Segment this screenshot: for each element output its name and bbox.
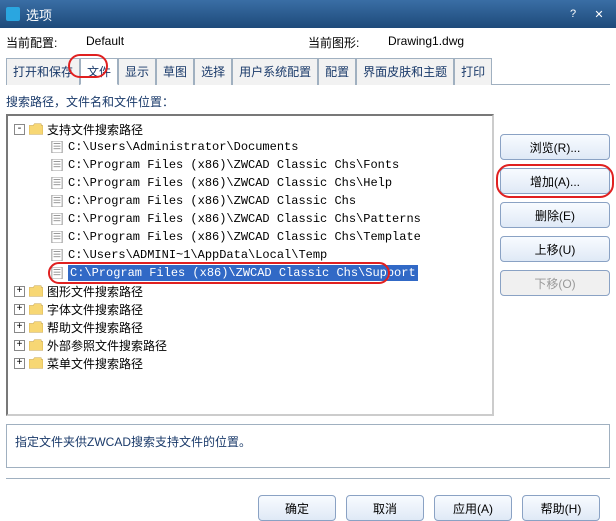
tree-path-4[interactable]: C:\Program Files (x86)\ZWCAD Classic Chs… bbox=[10, 210, 490, 228]
section-label: 搜索路径，文件名和文件位置： bbox=[6, 93, 610, 110]
move-up-button[interactable]: 上移(U) bbox=[500, 236, 610, 262]
tab-7[interactable]: 界面皮肤和主题 bbox=[356, 58, 454, 85]
config-label: 当前配置: bbox=[6, 34, 86, 51]
tab-4[interactable]: 选择 bbox=[194, 58, 232, 85]
cancel-button[interactable]: 取消 bbox=[346, 495, 424, 521]
close-icon[interactable]: ✕ bbox=[588, 5, 610, 23]
tab-2[interactable]: 显示 bbox=[118, 58, 156, 85]
move-down-button: 下移(O) bbox=[500, 270, 610, 296]
tree-item-label: 外部参照文件搜索路径 bbox=[47, 337, 167, 354]
description-text: 指定文件夹供ZWCAD搜索支持文件的位置。 bbox=[15, 435, 251, 449]
tree-path-6[interactable]: C:\Users\ADMINI~1\AppData\Local\Temp bbox=[10, 246, 490, 264]
add-button[interactable]: 增加(A)... bbox=[500, 168, 610, 194]
tree-item-label: C:\Program Files (x86)\ZWCAD Classic Chs… bbox=[68, 230, 421, 244]
tree-item-label: 图形文件搜索路径 bbox=[47, 283, 143, 300]
drawing-value: Drawing1.dwg bbox=[388, 34, 610, 51]
help-icon[interactable]: ? bbox=[562, 5, 584, 23]
description-box: 指定文件夹供ZWCAD搜索支持文件的位置。 bbox=[6, 424, 610, 468]
file-icon bbox=[50, 213, 64, 225]
tab-bar: 打开和保存文件显示草图选择用户系统配置配置界面皮肤和主题打印 bbox=[6, 57, 610, 85]
tree-sibling-0[interactable]: + 图形文件搜索路径 bbox=[10, 282, 490, 300]
tree-sibling-2[interactable]: + 帮助文件搜索路径 bbox=[10, 318, 490, 336]
folder-icon bbox=[29, 285, 43, 297]
app-icon bbox=[6, 7, 20, 21]
tree-item-label: C:\Program Files (x86)\ZWCAD Classic Chs bbox=[68, 194, 356, 208]
tree-item-label: C:\Program Files (x86)\ZWCAD Classic Chs… bbox=[68, 158, 399, 172]
folder-icon bbox=[29, 357, 43, 369]
tree-path-2[interactable]: C:\Program Files (x86)\ZWCAD Classic Chs… bbox=[10, 174, 490, 192]
tree-root[interactable]: - 支持文件搜索路径 bbox=[10, 120, 490, 138]
expand-icon[interactable]: + bbox=[14, 358, 25, 369]
tree-item-label: C:\Users\Administrator\Documents bbox=[68, 140, 298, 154]
tab-0[interactable]: 打开和保存 bbox=[6, 58, 80, 85]
tree-path-7[interactable]: C:\Program Files (x86)\ZWCAD Classic Chs… bbox=[10, 264, 490, 282]
folder-icon bbox=[29, 303, 43, 315]
tree-item-label: 帮助文件搜索路径 bbox=[47, 319, 143, 336]
window-title: 选项 bbox=[26, 5, 52, 24]
remove-button[interactable]: 删除(E) bbox=[500, 202, 610, 228]
tree-sibling-3[interactable]: + 外部参照文件搜索路径 bbox=[10, 336, 490, 354]
tree-sibling-4[interactable]: + 菜单文件搜索路径 bbox=[10, 354, 490, 372]
folder-icon bbox=[29, 123, 43, 135]
tab-1[interactable]: 文件 bbox=[80, 58, 118, 85]
tree-item-label: 支持文件搜索路径 bbox=[47, 121, 143, 138]
expand-icon[interactable]: + bbox=[14, 304, 25, 315]
tree-item-label: C:\Users\ADMINI~1\AppData\Local\Temp bbox=[68, 248, 327, 262]
config-value: Default bbox=[86, 34, 308, 51]
tree-path-1[interactable]: C:\Program Files (x86)\ZWCAD Classic Chs… bbox=[10, 156, 490, 174]
file-icon bbox=[50, 141, 64, 153]
file-icon bbox=[50, 195, 64, 207]
tree-path-3[interactable]: C:\Program Files (x86)\ZWCAD Classic Chs bbox=[10, 192, 490, 210]
expand-icon[interactable]: + bbox=[14, 322, 25, 333]
collapse-icon[interactable]: - bbox=[14, 124, 25, 135]
tab-8[interactable]: 打印 bbox=[454, 58, 492, 85]
drawing-label: 当前图形: bbox=[308, 34, 388, 51]
folder-icon bbox=[29, 339, 43, 351]
tree-path-5[interactable]: C:\Program Files (x86)\ZWCAD Classic Chs… bbox=[10, 228, 490, 246]
tree-sibling-1[interactable]: + 字体文件搜索路径 bbox=[10, 300, 490, 318]
tree-item-label: 菜单文件搜索路径 bbox=[47, 355, 143, 372]
tree-item-label: C:\Program Files (x86)\ZWCAD Classic Chs… bbox=[68, 176, 392, 190]
tab-6[interactable]: 配置 bbox=[318, 58, 356, 85]
file-icon bbox=[50, 267, 64, 279]
browse-button[interactable]: 浏览(R)... bbox=[500, 134, 610, 160]
help-button[interactable]: 帮助(H) bbox=[522, 495, 600, 521]
file-icon bbox=[50, 231, 64, 243]
title-bar: 选项 ? ✕ bbox=[0, 0, 616, 28]
ok-button[interactable]: 确定 bbox=[258, 495, 336, 521]
apply-button[interactable]: 应用(A) bbox=[434, 495, 512, 521]
folder-icon bbox=[29, 321, 43, 333]
tab-5[interactable]: 用户系统配置 bbox=[232, 58, 318, 85]
expand-icon[interactable]: + bbox=[14, 340, 25, 351]
file-icon bbox=[50, 249, 64, 261]
file-icon bbox=[50, 177, 64, 189]
tree-item-label: C:\Program Files (x86)\ZWCAD Classic Chs… bbox=[68, 265, 418, 281]
tree-path-0[interactable]: C:\Users\Administrator\Documents bbox=[10, 138, 490, 156]
tree-view[interactable]: - 支持文件搜索路径 C:\Users\Administrator\Document… bbox=[6, 114, 494, 416]
tree-item-label: C:\Program Files (x86)\ZWCAD Classic Chs… bbox=[68, 212, 421, 226]
tab-3[interactable]: 草图 bbox=[156, 58, 194, 85]
file-icon bbox=[50, 159, 64, 171]
expand-icon[interactable]: + bbox=[14, 286, 25, 297]
tree-item-label: 字体文件搜索路径 bbox=[47, 301, 143, 318]
